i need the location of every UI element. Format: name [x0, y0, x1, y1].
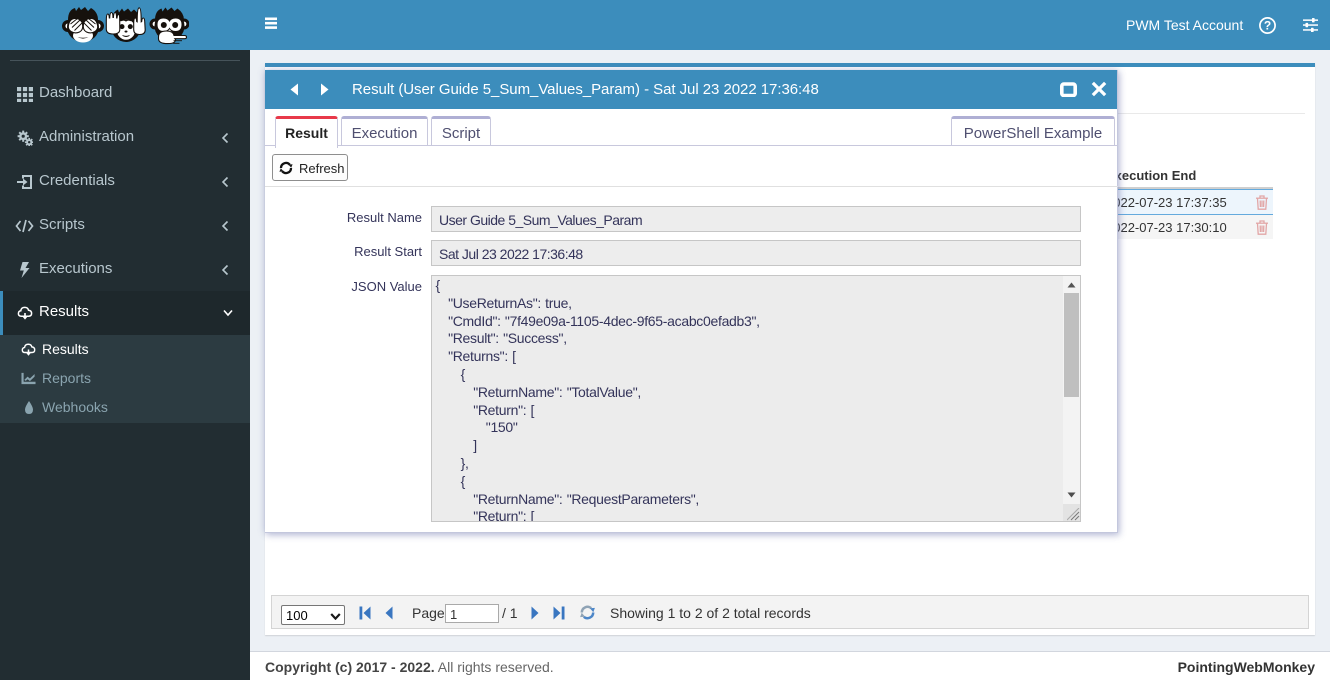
- svg-text:?: ?: [1264, 19, 1271, 33]
